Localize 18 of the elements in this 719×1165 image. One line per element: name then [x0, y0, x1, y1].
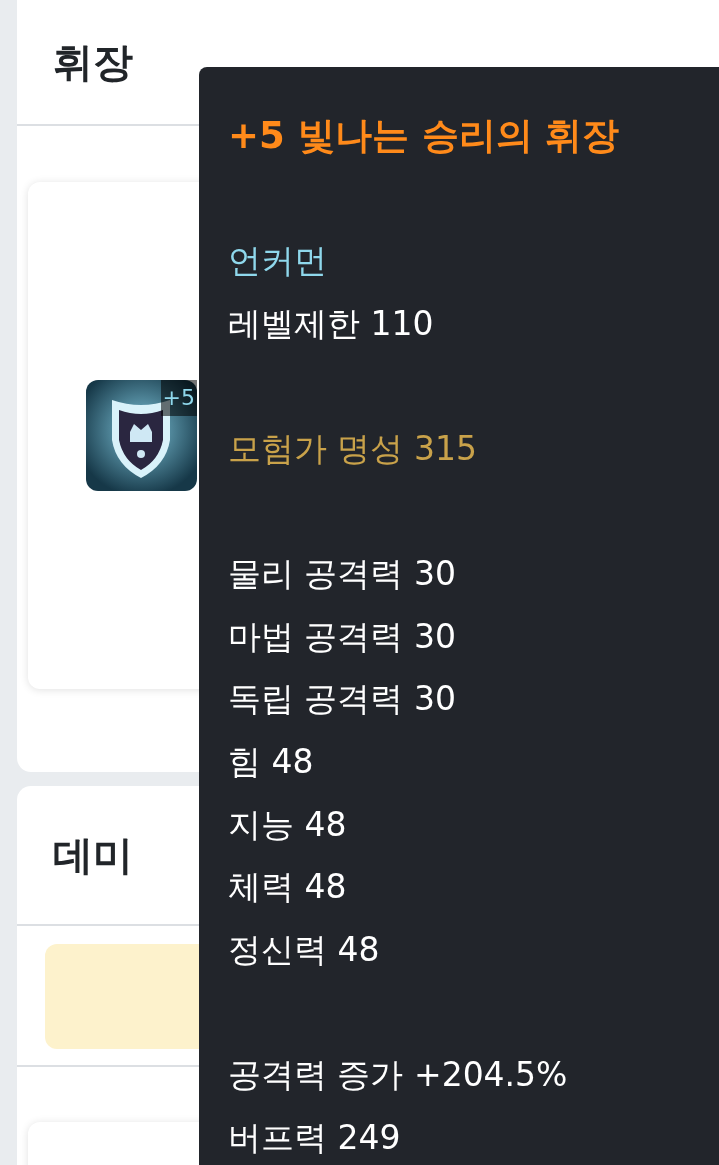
- stat-line: 버프력 249: [228, 1116, 402, 1159]
- fame-stat: 모험가 명성 315: [228, 427, 478, 470]
- item-rarity: 언커먼: [228, 240, 328, 283]
- item-slot[interactable]: +5: [86, 380, 197, 491]
- stat-line: 마법 공격력 30: [228, 615, 457, 658]
- stat-line: 지능 48: [228, 803, 348, 846]
- shield-icon: [86, 380, 197, 491]
- item-name: +5 빛나는 승리의 휘장: [228, 113, 621, 159]
- enhance-level: +5: [160, 380, 197, 416]
- section-title: 데미: [53, 830, 133, 880]
- stat-line: 체력 48: [228, 866, 348, 909]
- stat-line: 레벨제한 110: [228, 302, 435, 345]
- stat-line: 공격력 증가 +204.5%: [228, 1053, 569, 1096]
- stat-line: 독립 공격력 30: [228, 678, 457, 721]
- stat-line: 정신력 48: [228, 928, 381, 971]
- section-title: 휘장: [53, 37, 133, 87]
- stat-line: 힘 48: [228, 740, 315, 783]
- stat-line: 물리 공격력 30: [228, 553, 457, 596]
